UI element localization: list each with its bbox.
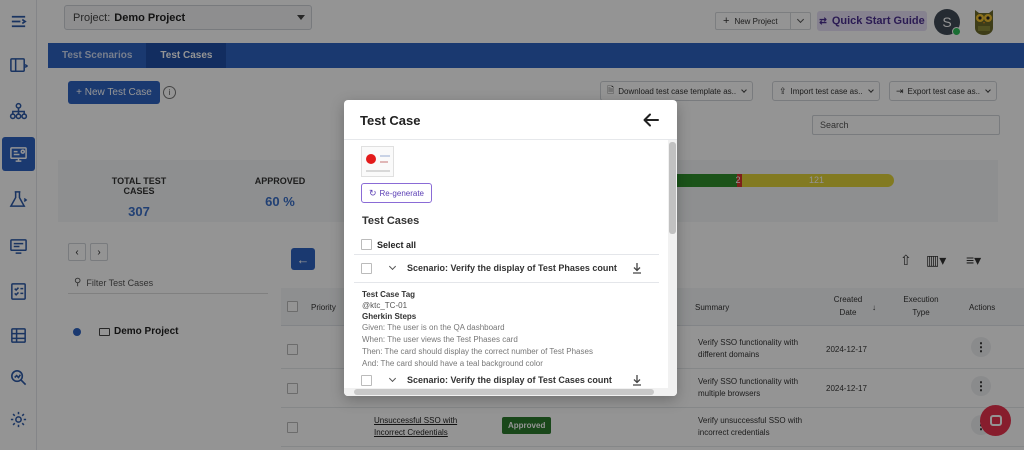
thumb-line <box>380 155 390 157</box>
regenerate-label: Re-generate <box>379 188 425 198</box>
scenario-label: Scenario: Verify the display of Test Pha… <box>407 263 617 273</box>
screenshot-thumbnail[interactable] <box>361 146 394 177</box>
scenario-checkbox[interactable] <box>361 374 372 386</box>
divider <box>354 282 659 283</box>
regenerate-button[interactable]: ↻ Re-generate <box>361 183 432 203</box>
tag-label: Test Case Tag <box>362 290 416 299</box>
select-all-checkbox[interactable] <box>361 239 372 250</box>
chevron-down-icon[interactable] <box>388 374 397 383</box>
modal-header: Test Case <box>344 100 677 140</box>
modal-body: ↻ Re-generate Test Cases Select all Scen… <box>344 140 668 388</box>
refresh-icon: ↻ <box>368 187 377 198</box>
divider <box>354 254 659 255</box>
gherkin-label: Gherkin Steps <box>362 312 417 321</box>
chevron-down-icon[interactable] <box>388 262 397 271</box>
thumb-line <box>380 161 388 163</box>
gherkin-step: And: The card should have a teal backgro… <box>362 359 543 368</box>
download-icon[interactable] <box>631 262 643 274</box>
modal-horizontal-scrollbar[interactable] <box>344 388 668 396</box>
test-cases-heading: Test Cases <box>362 215 420 227</box>
scenario-label: Scenario: Verify the display of Test Cas… <box>407 375 612 385</box>
arrow-left-icon <box>643 113 659 127</box>
scenario-row-1[interactable]: Scenario: Verify the display of Test Pha… <box>361 258 651 278</box>
modal-scrollbar[interactable] <box>668 140 677 396</box>
gherkin-step: When: The user views the Test Phases car… <box>362 335 518 344</box>
scrollbar-thumb[interactable] <box>669 142 676 234</box>
thumb-red-dot <box>366 154 376 164</box>
download-icon[interactable] <box>631 374 643 386</box>
scenario-row-2[interactable]: Scenario: Verify the display of Test Cas… <box>361 370 651 388</box>
gherkin-step: Then: The card should display the correc… <box>362 347 593 356</box>
tag-value: @ktc_TC-01 <box>362 301 408 310</box>
select-all-row[interactable]: Select all <box>361 239 416 250</box>
scrollbar-thumb[interactable] <box>354 389 654 395</box>
modal-title: Test Case <box>360 113 421 128</box>
select-all-label: Select all <box>377 239 417 250</box>
scenario-checkbox[interactable] <box>361 262 372 274</box>
modal-back-button[interactable] <box>640 109 662 131</box>
thumb-line <box>366 170 390 172</box>
test-case-modal: Test Case ↻ Re-generate Test Cases Selec… <box>344 100 677 396</box>
gherkin-step: Given: The user is on the QA dashboard <box>362 323 505 332</box>
